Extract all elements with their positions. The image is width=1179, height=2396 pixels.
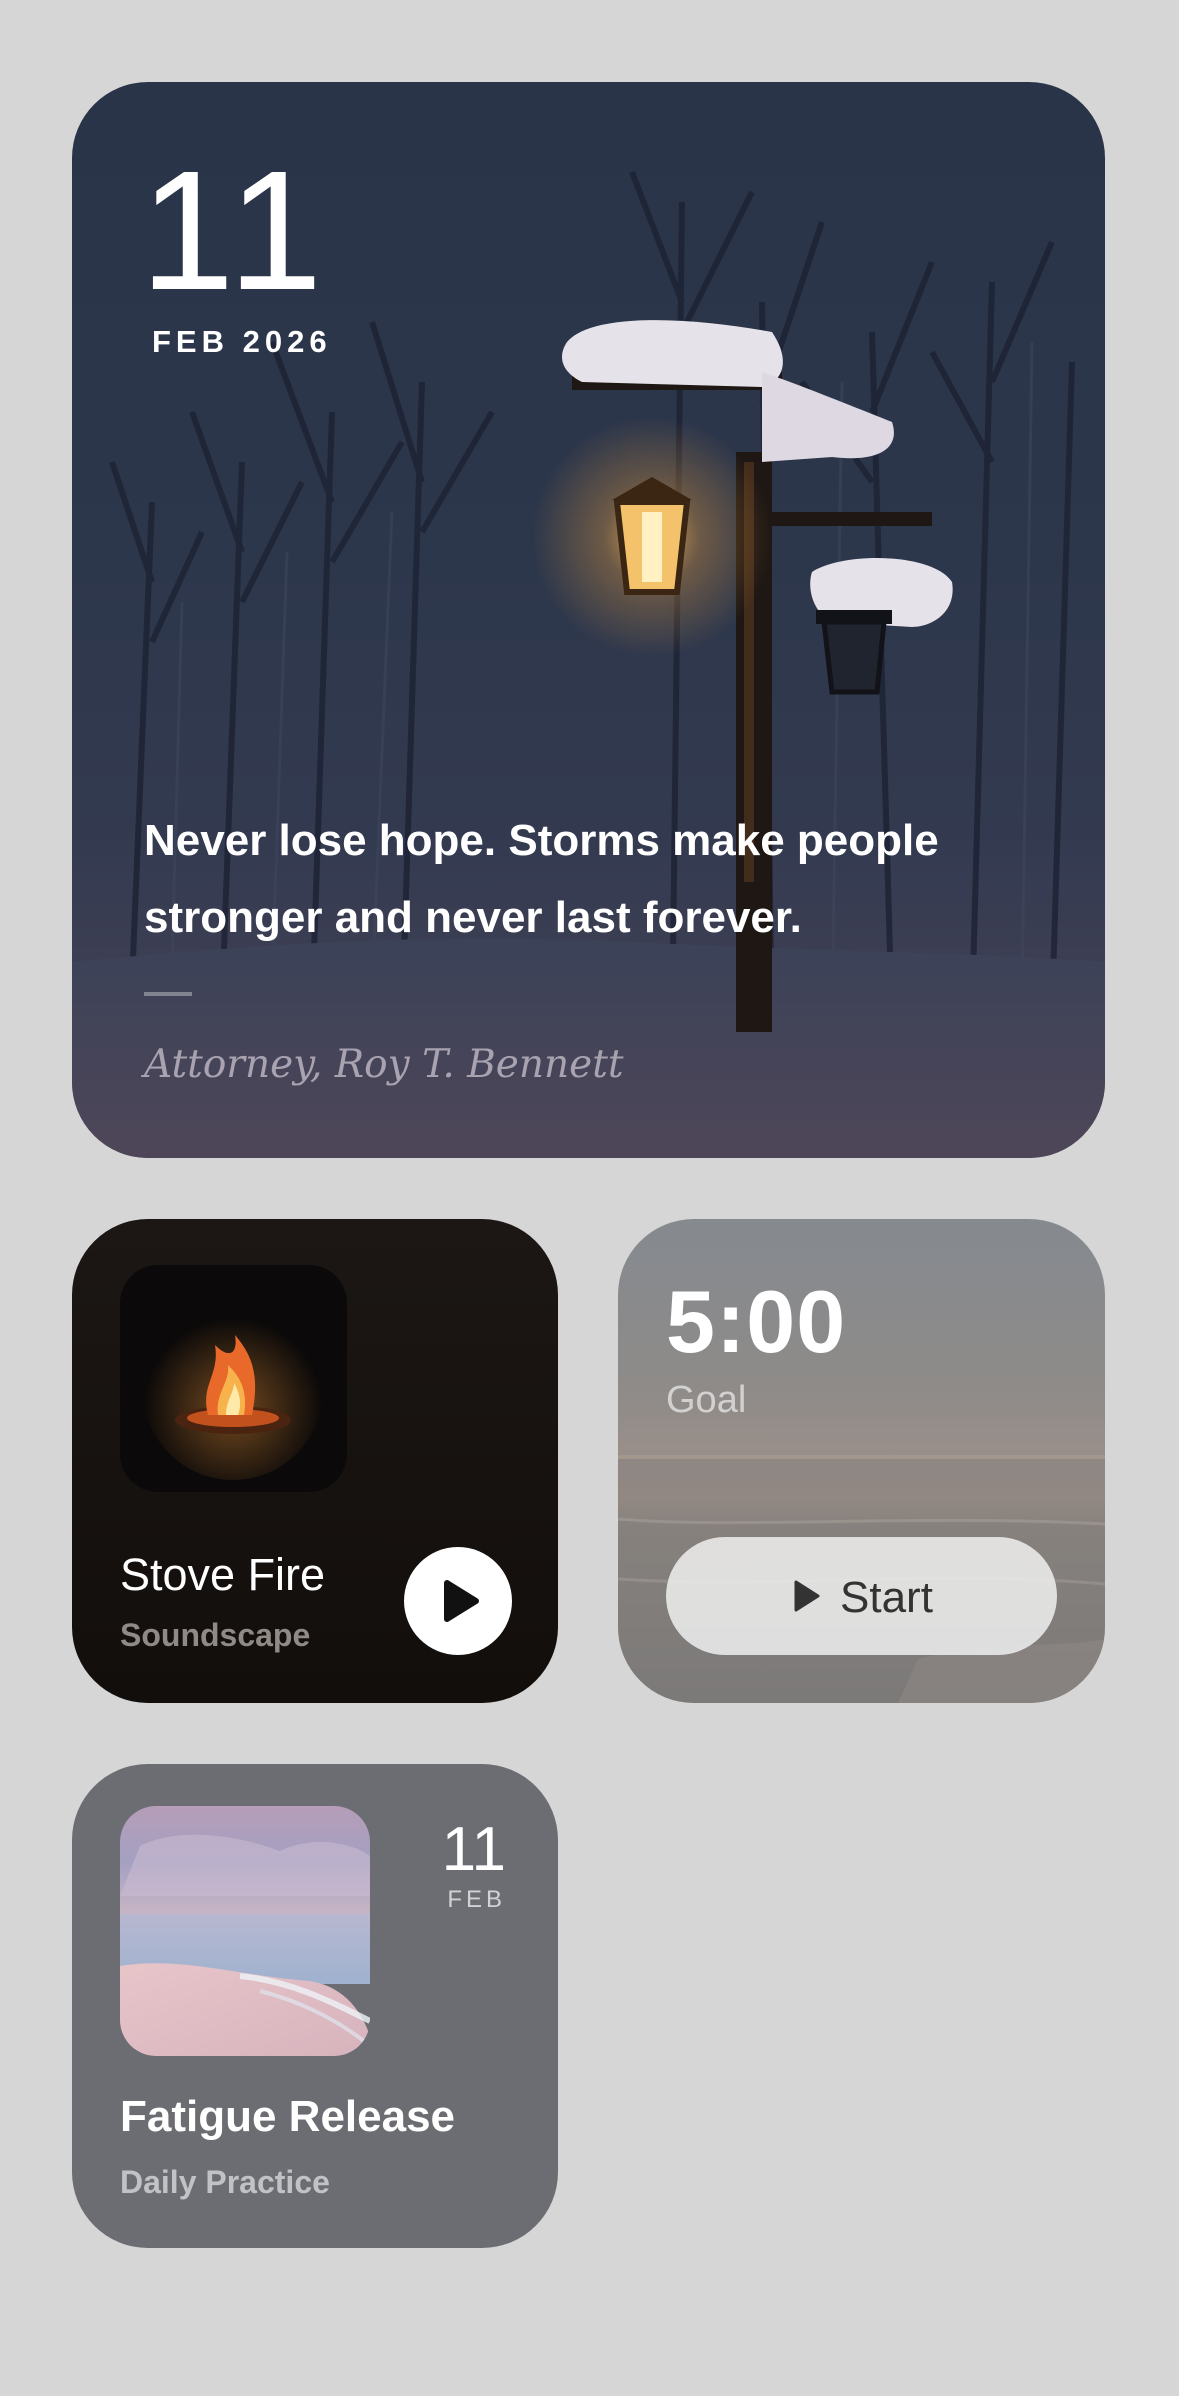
campfire-artwork [120, 1265, 347, 1492]
soundscape-widget[interactable]: Stove Fire Soundscape [72, 1219, 558, 1703]
start-button-label: Start [840, 1573, 933, 1622]
timer-widget[interactable]: 5:00 Goal Start [618, 1219, 1105, 1703]
practice-date-day: 11 [441, 1815, 506, 1884]
beach-artwork [120, 1806, 370, 2056]
quote-date-day: 11 [140, 136, 329, 326]
play-icon [794, 1580, 820, 1612]
quote-divider [144, 992, 192, 996]
quote-text: Never lose hope. Storms make people stro… [144, 816, 939, 942]
practice-date-month: FEB [447, 1886, 506, 1913]
start-button[interactable]: Start [666, 1537, 1057, 1655]
quote-author: Attorney, Roy T. Bennett [144, 1042, 624, 1087]
fire-icon [143, 1300, 323, 1480]
quote-widget[interactable]: 11 FEB 2026 Never lose hope. Storms make… [72, 82, 1105, 1158]
timer-goal-label: Goal [666, 1379, 747, 1421]
quote-date-month-year: FEB 2026 [152, 324, 332, 359]
soundscape-title: Stove Fire [120, 1549, 326, 1600]
beach-image [120, 1806, 370, 2056]
practice-title: Fatigue Release [120, 2092, 456, 2141]
practice-widget[interactable]: 11 FEB Fatigue Release Daily Practice [72, 1764, 558, 2248]
timer-value: 5:00 [666, 1272, 847, 1371]
soundscape-subtitle: Soundscape [120, 1617, 311, 1653]
practice-subtitle: Daily Practice [120, 2164, 330, 2200]
play-icon [444, 1580, 479, 1622]
play-button[interactable] [404, 1547, 512, 1655]
